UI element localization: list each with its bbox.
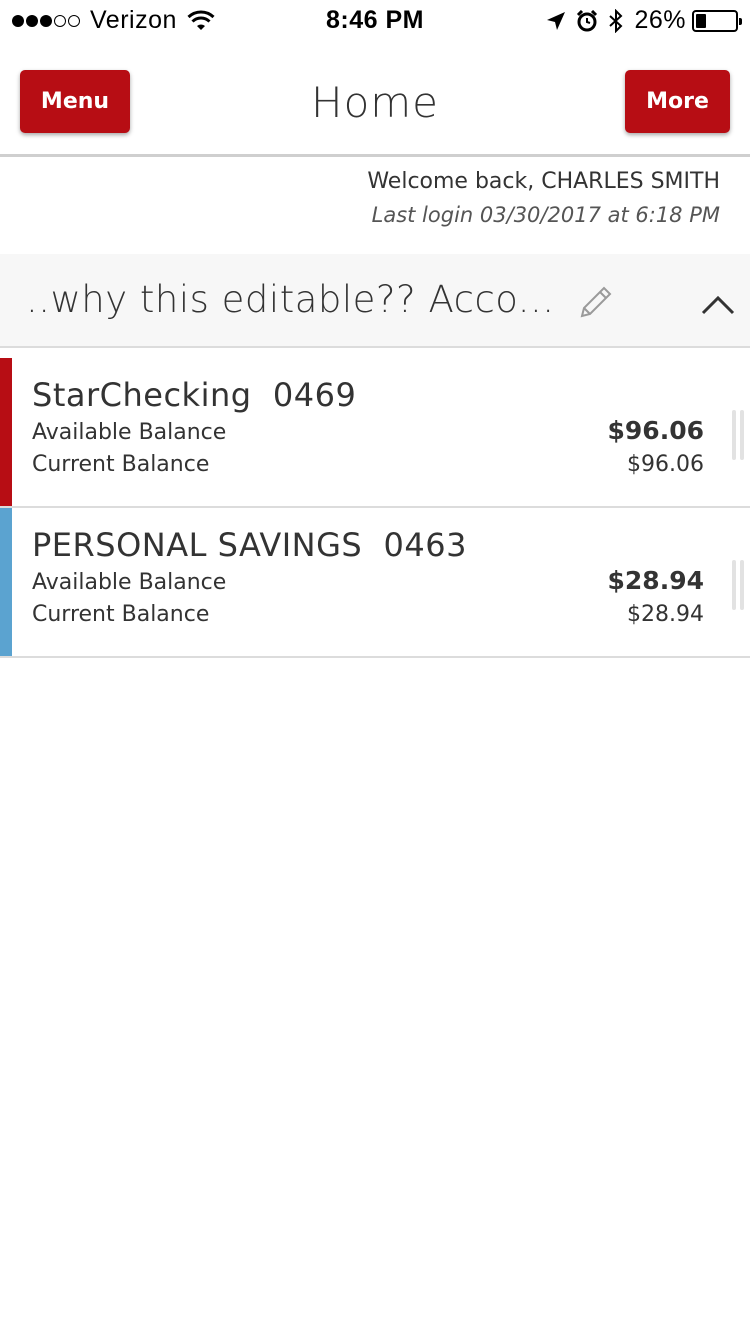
account-row-starchecking[interactable]: StarChecking 0469 Available Balance Curr… xyxy=(0,358,750,508)
available-balance-label: Available Balance xyxy=(32,420,227,445)
available-balance-amount: $28.94 xyxy=(607,566,704,595)
welcome-message: Welcome back, CHARLES SMITH xyxy=(367,169,720,194)
account-color-stripe xyxy=(0,358,12,506)
battery-icon xyxy=(692,9,742,32)
bluetooth-icon xyxy=(609,8,623,33)
account-row-personal-savings[interactable]: PERSONAL SAVINGS 0463 Available Balance … xyxy=(0,508,750,658)
account-group-title: ..why this editable?? Acco... xyxy=(26,278,555,321)
alarm-icon xyxy=(577,9,598,31)
available-balance-label: Available Balance xyxy=(32,570,227,595)
status-bar: Verizon 8:46 PM 26% xyxy=(0,0,750,40)
status-right: 26% xyxy=(536,6,742,35)
account-color-stripe xyxy=(0,508,12,656)
more-button[interactable]: More xyxy=(625,70,730,133)
battery-percent: 26% xyxy=(634,6,686,34)
location-arrow-icon xyxy=(547,11,566,30)
last-login-text: Last login 03/30/2017 at 6:18 PM xyxy=(371,203,720,227)
battery-level xyxy=(696,13,706,28)
chevron-up-icon[interactable] xyxy=(700,294,736,316)
welcome-section: Welcome back, CHARLES SMITH Last login 0… xyxy=(367,166,720,232)
current-balance-amount: $96.06 xyxy=(627,452,704,477)
current-balance-label: Current Balance xyxy=(32,452,210,477)
app-header: Menu Home More xyxy=(0,40,750,157)
drag-handle-icon[interactable] xyxy=(732,560,746,610)
available-balance-amount: $96.06 xyxy=(607,416,704,445)
account-name: PERSONAL SAVINGS 0463 xyxy=(32,526,467,564)
pencil-icon[interactable] xyxy=(578,284,614,320)
drag-handle-icon[interactable] xyxy=(732,410,746,460)
current-balance-label: Current Balance xyxy=(32,602,210,627)
current-balance-amount: $28.94 xyxy=(627,602,704,627)
account-name: StarChecking 0469 xyxy=(32,376,357,414)
account-group-header[interactable]: ..why this editable?? Acco... xyxy=(0,254,750,348)
